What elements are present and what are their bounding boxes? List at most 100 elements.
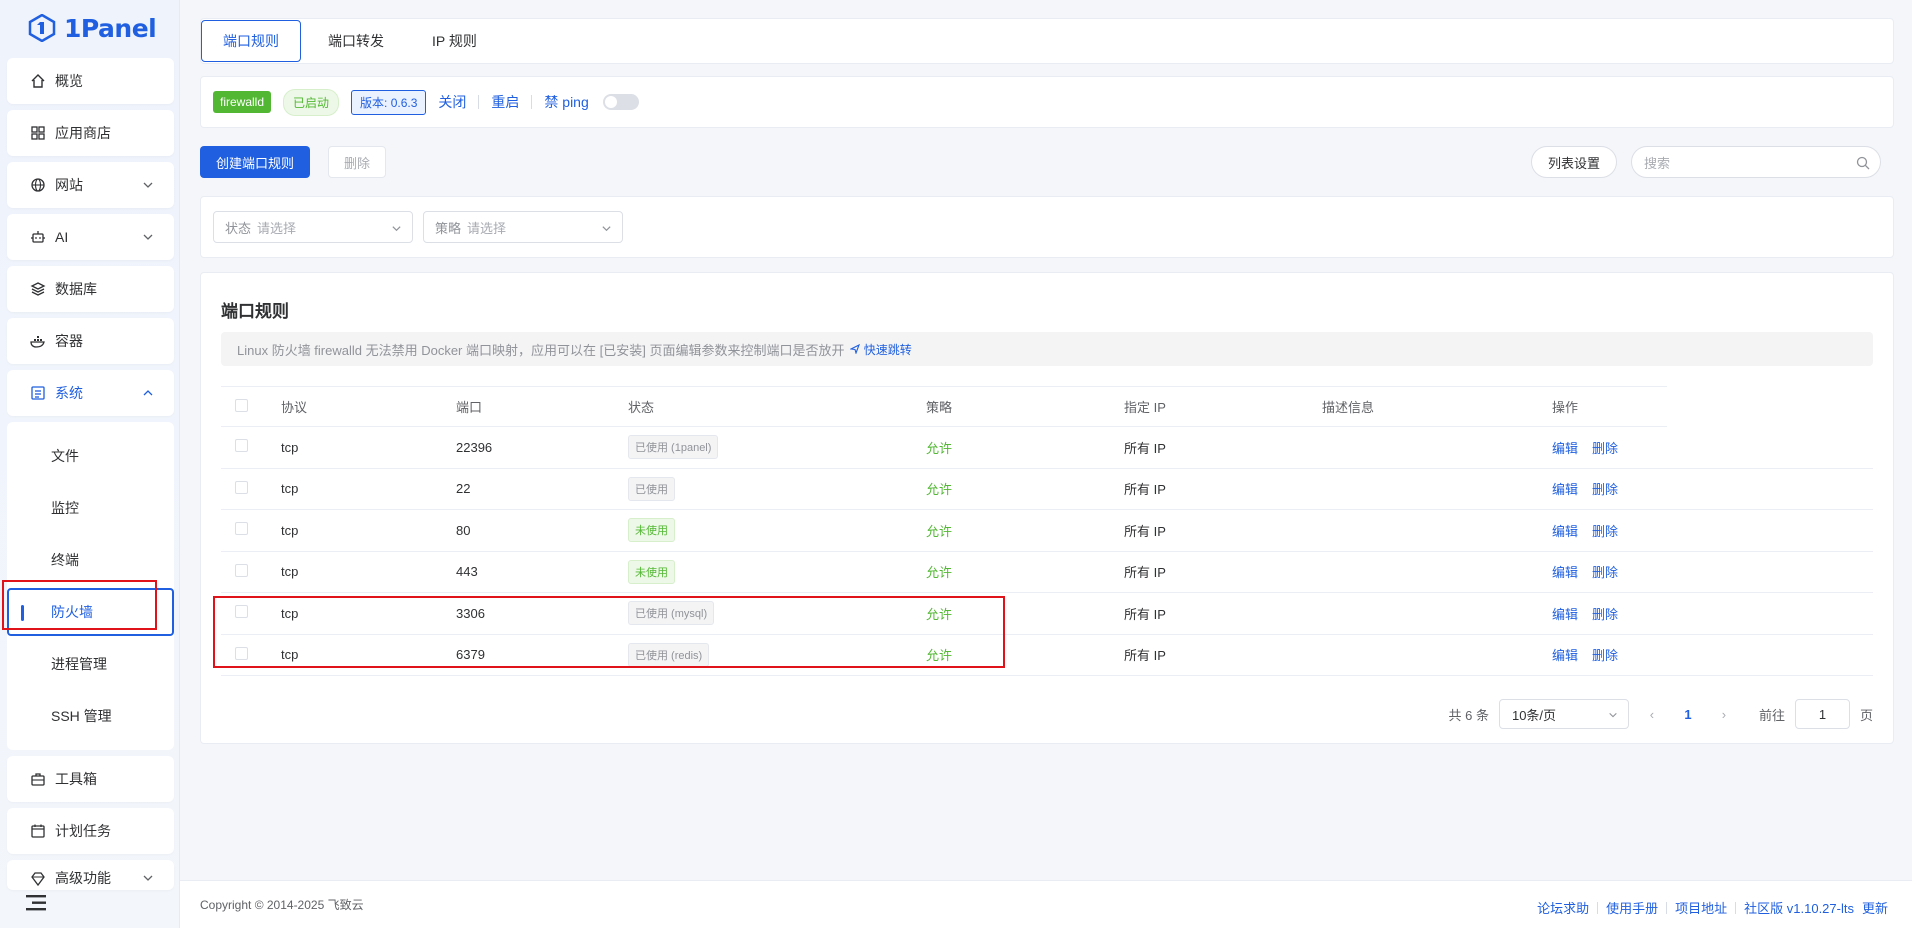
cell-actions: 编辑 删除	[1522, 468, 1667, 510]
edit-rule-link[interactable]: 编辑	[1552, 565, 1578, 580]
strategy-filter-select[interactable]: 策略 请选择	[423, 211, 623, 243]
header-ip: 指定 IP	[1124, 386, 1322, 427]
edit-rule-link[interactable]: 编辑	[1552, 648, 1578, 663]
sidebar-subitem-terminal[interactable]: 终端	[7, 534, 174, 586]
tab-ip-rules[interactable]: IP 规则	[411, 20, 498, 62]
edit-rule-link[interactable]: 编辑	[1552, 482, 1578, 497]
status-filter-select[interactable]: 状态 请选择	[213, 211, 413, 243]
disable-ping-label: 禁 ping	[544, 94, 589, 110]
cell-port: 22	[456, 468, 628, 510]
sidebar-item-ai[interactable]: AI	[7, 214, 174, 260]
create-port-rule-button[interactable]: 创建端口规则	[200, 146, 311, 178]
cell-status: 未使用	[628, 551, 926, 593]
cell-spacer	[1667, 551, 1873, 593]
cell-spacer	[1667, 592, 1873, 635]
row-checkbox[interactable]	[235, 439, 248, 453]
column-settings-button[interactable]: 列表设置	[1531, 146, 1618, 178]
sidebar-item-advanced[interactable]: 高级功能	[7, 860, 174, 890]
sidebar-item-cron[interactable]: 计划任务	[7, 808, 174, 854]
footer-link-forum[interactable]: 论坛求助	[1537, 898, 1589, 917]
delete-rule-link[interactable]: 删除	[1592, 524, 1618, 539]
table-row: tcp 443 未使用 允许 所有 IP 编辑 删除	[221, 551, 1873, 593]
goto-page-input[interactable]: 1	[1794, 699, 1850, 729]
cell-protocol: tcp	[281, 468, 456, 510]
brand-name: 1Panel	[64, 13, 157, 43]
sidebar-subitem-monitor[interactable]: 监控	[7, 482, 174, 534]
search-icon	[1856, 156, 1870, 170]
header-protocol: 协议	[281, 386, 456, 427]
menu-collapse-icon[interactable]	[26, 894, 48, 912]
logo[interactable]: 1Panel	[0, 0, 179, 56]
firewall-state-badge: 已启动	[283, 88, 340, 116]
divider	[1666, 901, 1668, 914]
edit-rule-link[interactable]: 编辑	[1552, 524, 1578, 539]
row-checkbox[interactable]	[235, 563, 248, 577]
select-all-checkbox[interactable]	[235, 398, 248, 412]
footer-link-project[interactable]: 项目地址	[1675, 898, 1727, 917]
restart-firewall-link[interactable]: 重启	[491, 92, 519, 112]
filter-label: 策略	[435, 220, 462, 236]
sidebar-subitem-process[interactable]: 进程管理	[7, 638, 174, 690]
delete-rule-link[interactable]: 删除	[1592, 441, 1618, 456]
tab-port-rules[interactable]: 端口规则	[201, 20, 301, 62]
sidebar-item-system[interactable]: 系统	[7, 370, 174, 416]
cell-spacer	[1667, 468, 1873, 510]
quick-jump-link[interactable]: 快速跳转	[849, 341, 912, 358]
status-badge: 未使用	[628, 518, 675, 543]
delete-rule-link[interactable]: 删除	[1592, 565, 1618, 580]
sidebar-item-container[interactable]: 容器	[7, 318, 174, 364]
cell-spacer	[1667, 509, 1873, 552]
sidebar-item-website[interactable]: 网站	[7, 162, 174, 208]
row-checkbox[interactable]	[235, 522, 248, 536]
sidebar-subitem-ssh[interactable]: SSH 管理	[7, 690, 174, 742]
filter-bar: 状态 请选择 策略 请选择	[200, 196, 1894, 258]
sidebar-item-toolbox[interactable]: 工具箱	[7, 756, 174, 802]
delete-button[interactable]: 删除	[328, 146, 387, 178]
sidebar-item-label: 数据库	[55, 281, 97, 297]
search-input[interactable]: 搜索	[1631, 146, 1881, 178]
cell-description	[1322, 634, 1522, 676]
sidebar-nav: 概览 应用商店 网站 AI 数据库 容器 系统 文件 监控 终端 防火墙 进程管…	[7, 58, 174, 896]
edit-rule-link[interactable]: 编辑	[1552, 607, 1578, 622]
disable-ping-toggle[interactable]	[602, 94, 639, 110]
calendar-icon	[29, 822, 47, 840]
sidebar-item-overview[interactable]: 概览	[7, 58, 174, 104]
sidebar-item-label: 概览	[55, 73, 83, 89]
divider	[531, 95, 533, 109]
edit-rule-link[interactable]: 编辑	[1552, 441, 1578, 456]
sidebar-item-label: 应用商店	[55, 125, 111, 141]
cell-actions: 编辑 删除	[1522, 634, 1667, 676]
strategy-label: 允许	[926, 565, 953, 581]
delete-rule-link[interactable]: 删除	[1592, 482, 1618, 497]
footer-link-update[interactable]: 更新	[1862, 898, 1888, 917]
status-badge: 已使用 (1panel)	[628, 435, 719, 460]
chevron-down-icon	[1609, 712, 1617, 718]
sidebar-item-database[interactable]: 数据库	[7, 266, 174, 312]
firewall-engine-badge: firewalld	[213, 91, 272, 113]
delete-rule-link[interactable]: 删除	[1592, 648, 1618, 663]
strategy-label: 允许	[926, 482, 953, 498]
sidebar: 1Panel 概览 应用商店 网站 AI 数据库 容器 系统 文件 监控 终端 …	[0, 0, 180, 928]
tab-port-forward[interactable]: 端口转发	[307, 20, 405, 62]
copyright-text: Copyright © 2014-2025 飞致云	[200, 898, 364, 912]
chevron-down-icon	[143, 182, 153, 188]
prev-page-button[interactable]: ‹	[1639, 707, 1665, 722]
cell-strategy: 允许	[926, 426, 1124, 469]
next-page-button[interactable]: ›	[1711, 707, 1737, 722]
sidebar-item-appstore[interactable]: 应用商店	[7, 110, 174, 156]
page-size-select[interactable]: 10条/页	[1498, 699, 1629, 729]
cell-description	[1322, 509, 1522, 552]
annotation-highlight-box	[2, 580, 157, 630]
firewall-status-bar: firewalld 已启动 版本: 0.6.3 关闭 重启 禁 ping	[200, 76, 1894, 128]
action-toolbar: 创建端口规则 删除 列表设置 搜索	[200, 146, 1894, 182]
cell-status: 已使用	[628, 468, 926, 510]
sidebar-subitem-files[interactable]: 文件	[7, 430, 174, 482]
row-checkbox[interactable]	[235, 480, 248, 494]
goto-label: 前往	[1758, 707, 1785, 723]
cell-ip: 所有 IP	[1124, 509, 1322, 552]
diamond-icon	[29, 870, 47, 888]
page-number[interactable]: 1	[1675, 707, 1701, 722]
footer-link-docs[interactable]: 使用手册	[1606, 898, 1658, 917]
stop-firewall-link[interactable]: 关闭	[438, 92, 466, 112]
delete-rule-link[interactable]: 删除	[1592, 607, 1618, 622]
